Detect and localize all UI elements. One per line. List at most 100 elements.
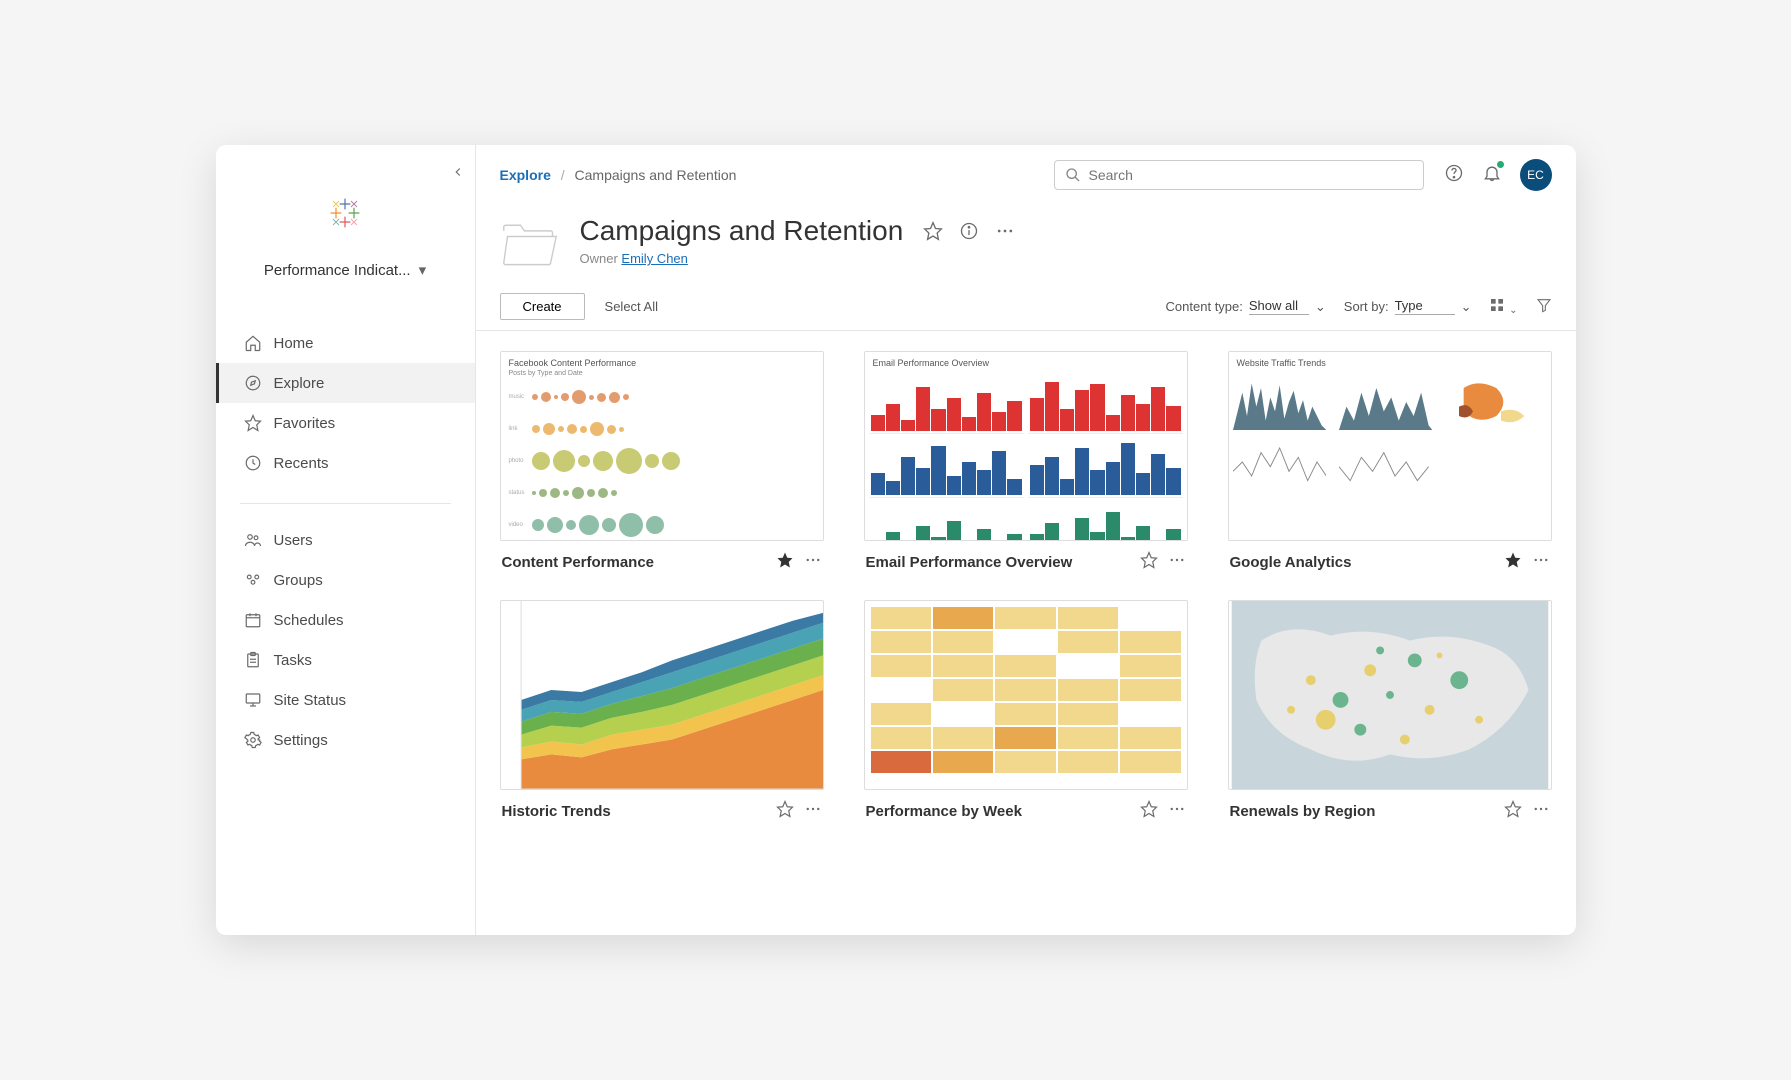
content-type-label: Content type: bbox=[1166, 299, 1243, 314]
sidebar-collapse-button[interactable] bbox=[451, 165, 465, 184]
search-box[interactable] bbox=[1054, 160, 1424, 190]
clipboard-icon bbox=[244, 651, 262, 669]
sidebar-item-home[interactable]: Home bbox=[216, 323, 475, 363]
topbar: Explore / Campaigns and Retention EC bbox=[476, 145, 1576, 205]
sidebar-item-recents[interactable]: Recents bbox=[216, 443, 475, 483]
sidebar-item-favorites[interactable]: Favorites bbox=[216, 403, 475, 443]
tableau-logo-icon bbox=[327, 195, 363, 231]
workbook-thumbnail[interactable]: Facebook Content Performance Posts by Ty… bbox=[500, 351, 824, 541]
sidebar-item-users[interactable]: Users bbox=[216, 520, 475, 560]
card-more-button[interactable] bbox=[1532, 551, 1550, 574]
topbar-actions: EC bbox=[1444, 159, 1552, 191]
monitor-icon bbox=[244, 691, 262, 709]
breadcrumb-root-link[interactable]: Explore bbox=[500, 167, 551, 183]
card-more-button[interactable] bbox=[804, 800, 822, 823]
notifications-button[interactable] bbox=[1482, 163, 1502, 188]
avatar[interactable]: EC bbox=[1520, 159, 1552, 191]
sort-by-control[interactable]: Sort by: Type ⌄ bbox=[1344, 298, 1472, 315]
card-more-button[interactable] bbox=[804, 551, 822, 574]
card-title[interactable]: Historic Trends bbox=[502, 803, 776, 820]
bubble-chart-preview: music link photo status video bbox=[501, 381, 823, 541]
more-horizontal-icon bbox=[1532, 800, 1550, 818]
sidebar-item-tasks[interactable]: Tasks bbox=[216, 640, 475, 680]
search-input[interactable] bbox=[1089, 167, 1413, 183]
card-footer: Email Performance Overview bbox=[864, 541, 1188, 574]
card-title[interactable]: Google Analytics bbox=[1230, 554, 1504, 571]
site-selector-label: Performance Indicat... bbox=[264, 262, 411, 279]
filter-button[interactable] bbox=[1536, 297, 1552, 316]
sort-by-value: Type bbox=[1395, 298, 1455, 315]
info-icon bbox=[959, 221, 979, 241]
sidebar-item-groups[interactable]: Groups bbox=[216, 560, 475, 600]
page-title: Campaigns and Retention bbox=[580, 215, 904, 247]
card-favorite-toggle[interactable] bbox=[1504, 800, 1522, 823]
caret-down-icon: ▾ bbox=[419, 261, 427, 279]
nav-label: Tasks bbox=[274, 652, 312, 669]
star-outline-icon bbox=[1504, 800, 1522, 818]
card-footer: Renewals by Region bbox=[1228, 790, 1552, 823]
card-title[interactable]: Content Performance bbox=[502, 554, 776, 571]
workbook-thumbnail[interactable]: Email Performance Overview bbox=[864, 351, 1188, 541]
help-button[interactable] bbox=[1444, 163, 1464, 188]
workbook-thumbnail[interactable] bbox=[500, 600, 824, 790]
card-favorite-toggle[interactable] bbox=[776, 800, 794, 823]
more-actions-button[interactable] bbox=[995, 221, 1015, 246]
select-all-button[interactable]: Select All bbox=[605, 299, 658, 314]
card-more-button[interactable] bbox=[1168, 800, 1186, 823]
card-more-button[interactable] bbox=[1532, 800, 1550, 823]
nav-label: Favorites bbox=[274, 415, 336, 432]
card-footer: Content Performance bbox=[500, 541, 824, 574]
workbook-thumbnail[interactable] bbox=[864, 600, 1188, 790]
card-favorite-toggle[interactable] bbox=[1140, 551, 1158, 574]
create-button[interactable]: Create bbox=[500, 293, 585, 320]
star-outline-icon bbox=[1140, 800, 1158, 818]
more-horizontal-icon bbox=[1168, 800, 1186, 818]
card-title[interactable]: Performance by Week bbox=[866, 803, 1140, 820]
avatar-initials: EC bbox=[1527, 168, 1544, 182]
view-mode-toggle[interactable]: ⌄ bbox=[1489, 297, 1517, 316]
help-icon bbox=[1444, 163, 1464, 183]
card-more-button[interactable] bbox=[1168, 551, 1186, 574]
compass-icon bbox=[244, 374, 262, 392]
workbook-card: Website Traffic Trends Google Analytics bbox=[1228, 351, 1552, 574]
groups-icon bbox=[244, 571, 262, 589]
toolbar: Create Select All Content type: Show all… bbox=[476, 287, 1576, 331]
card-title[interactable]: Renewals by Region bbox=[1230, 803, 1504, 820]
app-window: Performance Indicat... ▾ Home Explore Fa… bbox=[216, 145, 1576, 935]
site-selector[interactable]: Performance Indicat... ▾ bbox=[264, 261, 426, 279]
sidebar-item-settings[interactable]: Settings bbox=[216, 720, 475, 760]
workbook-card: Facebook Content Performance Posts by Ty… bbox=[500, 351, 824, 574]
nav-label: Recents bbox=[274, 455, 329, 472]
sidebar-item-explore[interactable]: Explore bbox=[216, 363, 475, 403]
favorite-toggle[interactable] bbox=[923, 221, 943, 246]
workbook-thumbnail[interactable] bbox=[1228, 600, 1552, 790]
nav-label: Schedules bbox=[274, 612, 344, 629]
calendar-icon bbox=[244, 611, 262, 629]
ga-preview bbox=[1229, 370, 1551, 494]
card-favorite-toggle[interactable] bbox=[1504, 551, 1522, 574]
sort-by-label: Sort by: bbox=[1344, 299, 1389, 314]
content-grid: Facebook Content Performance Posts by Ty… bbox=[476, 331, 1576, 843]
nav-label: Users bbox=[274, 532, 313, 549]
workbook-card: Performance by Week bbox=[864, 600, 1188, 823]
owner-link[interactable]: Emily Chen bbox=[621, 251, 687, 266]
toolbar-right: Content type: Show all ⌄ Sort by: Type ⌄… bbox=[1166, 297, 1552, 316]
chevron-down-icon: ⌄ bbox=[1461, 299, 1472, 315]
nav-label: Explore bbox=[274, 375, 325, 392]
card-favorite-toggle[interactable] bbox=[1140, 800, 1158, 823]
workbook-card: Email Performance Overview Email Perform… bbox=[864, 351, 1188, 574]
thumb-title: Facebook Content Performance bbox=[501, 352, 823, 370]
search-icon bbox=[1065, 167, 1081, 183]
more-horizontal-icon bbox=[1168, 551, 1186, 569]
card-favorite-toggle[interactable] bbox=[776, 551, 794, 574]
thumb-title: Email Performance Overview bbox=[865, 352, 1187, 370]
workbook-thumbnail[interactable]: Website Traffic Trends bbox=[1228, 351, 1552, 541]
card-title[interactable]: Email Performance Overview bbox=[866, 554, 1140, 571]
page-header: Campaigns and Retention Owner Emily Chen bbox=[476, 205, 1576, 287]
card-footer: Google Analytics bbox=[1228, 541, 1552, 574]
sidebar-item-site-status[interactable]: Site Status bbox=[216, 680, 475, 720]
content-type-filter[interactable]: Content type: Show all ⌄ bbox=[1166, 298, 1326, 315]
sidebar-item-schedules[interactable]: Schedules bbox=[216, 600, 475, 640]
workbook-card: Historic Trends bbox=[500, 600, 824, 823]
info-button[interactable] bbox=[959, 221, 979, 246]
